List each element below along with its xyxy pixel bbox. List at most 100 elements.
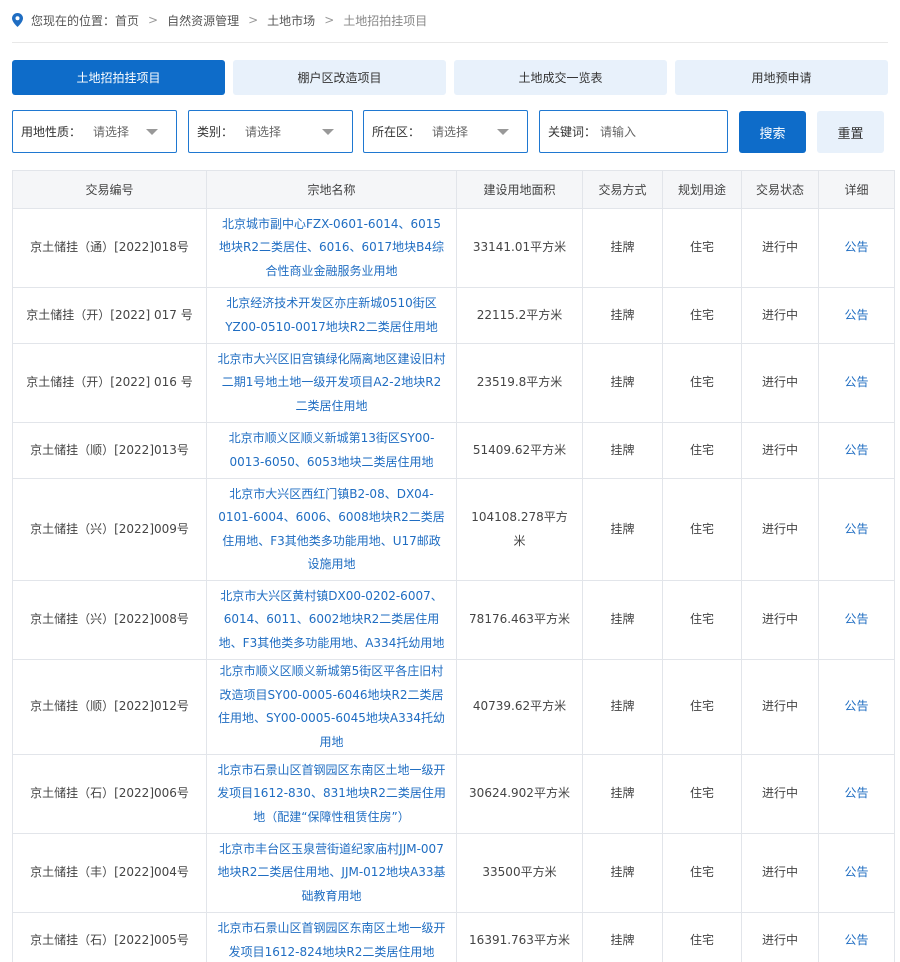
- category-select[interactable]: 类别： 请选择: [188, 110, 353, 153]
- breadcrumb-land-market[interactable]: 土地市场: [267, 12, 315, 29]
- cell-name[interactable]: 北京市石景山区首钢园区东南区土地一级开发项目1612-824地块R2二类居住用地: [206, 912, 457, 962]
- cell-area: 51409.62平方米: [456, 422, 583, 479]
- land-project-table: 交易编号 宗地名称 建设用地面积 交易方式 规划用途 交易状态 详细 京土储挂（…: [12, 170, 895, 962]
- announcement-link[interactable]: 公告: [818, 343, 895, 423]
- cell-code: 京土储挂（顺）[2022]012号: [12, 659, 207, 755]
- cell-method: 挂牌: [582, 912, 663, 962]
- tab-land-auction[interactable]: 土地招拍挂项目: [12, 60, 225, 95]
- cell-code: 京土储挂（丰）[2022]004号: [12, 833, 207, 913]
- cell-status: 进行中: [741, 833, 819, 913]
- keyword-label: 关键词：: [548, 125, 597, 139]
- category-value: 请选择: [245, 125, 282, 139]
- cell-area: 22115.2平方米: [456, 287, 583, 344]
- announcement-link[interactable]: 公告: [818, 580, 895, 660]
- breadcrumb: 您现在的位置： 首页 > 自然资源管理 > 土地市场 > 土地招拍挂项目: [12, 12, 427, 28]
- cell-status: 进行中: [741, 343, 819, 423]
- breadcrumb-separator: >: [324, 13, 335, 27]
- cell-area: 104108.278平方米: [456, 478, 583, 581]
- cell-name[interactable]: 北京市大兴区黄村镇DX00-0202-6007、6014、6011、6002地块…: [206, 580, 457, 660]
- cell-status: 进行中: [741, 287, 819, 344]
- cell-status: 进行中: [741, 478, 819, 581]
- cell-status: 进行中: [741, 912, 819, 962]
- cell-code: 京土储挂（石）[2022]006号: [12, 754, 207, 834]
- cell-method: 挂牌: [582, 343, 663, 423]
- cell-use: 住宅: [662, 754, 742, 834]
- cell-method: 挂牌: [582, 208, 663, 288]
- cell-code: 京土储挂（通）[2022]018号: [12, 208, 207, 288]
- cell-method: 挂牌: [582, 422, 663, 479]
- cell-status: 进行中: [741, 580, 819, 660]
- announcement-link[interactable]: 公告: [818, 478, 895, 581]
- cell-area: 23519.8平方米: [456, 343, 583, 423]
- breadcrumb-separator: >: [148, 13, 159, 27]
- reset-button[interactable]: 重置: [817, 111, 884, 153]
- cell-status: 进行中: [741, 422, 819, 479]
- announcement-link[interactable]: 公告: [818, 287, 895, 344]
- announcement-link[interactable]: 公告: [818, 912, 895, 962]
- table-row: 京土储挂（丰）[2022]004号 北京市丰台区玉泉营街道纪家庙村JJM-007…: [12, 833, 895, 913]
- cell-use: 住宅: [662, 343, 742, 423]
- cell-code: 京土储挂（开）[2022] 016 号: [12, 343, 207, 423]
- cell-use: 住宅: [662, 287, 742, 344]
- cell-code: 京土储挂（顺）[2022]013号: [12, 422, 207, 479]
- header-status: 交易状态: [741, 170, 819, 209]
- table-row: 京土储挂（通）[2022]018号 北京城市副中心FZX-0601-6014、6…: [12, 208, 895, 288]
- announcement-link[interactable]: 公告: [818, 659, 895, 755]
- land-nature-select[interactable]: 用地性质： 请选择: [12, 110, 177, 153]
- keyword-input[interactable]: 请输入: [600, 123, 636, 140]
- breadcrumb-home[interactable]: 首页: [115, 12, 139, 29]
- cell-code: 京土储挂（兴）[2022]008号: [12, 580, 207, 660]
- header-code: 交易编号: [12, 170, 207, 209]
- table-row: 京土储挂（兴）[2022]009号 北京市大兴区西红门镇B2-08、DX04-0…: [12, 478, 895, 581]
- cell-method: 挂牌: [582, 754, 663, 834]
- cell-area: 33500平方米: [456, 833, 583, 913]
- location-pin-icon: [12, 13, 23, 27]
- cell-name[interactable]: 北京城市副中心FZX-0601-6014、6015地块R2二类居住、6016、6…: [206, 208, 457, 288]
- header-name: 宗地名称: [206, 170, 457, 209]
- announcement-link[interactable]: 公告: [818, 208, 895, 288]
- table-row: 京土储挂（兴）[2022]008号 北京市大兴区黄村镇DX00-0202-600…: [12, 580, 895, 660]
- header-method: 交易方式: [582, 170, 663, 209]
- cell-name[interactable]: 北京市丰台区玉泉营街道纪家庙村JJM-007地块R2二类居住用地、JJM-012…: [206, 833, 457, 913]
- cell-area: 33141.01平方米: [456, 208, 583, 288]
- breadcrumb-resources[interactable]: 自然资源管理: [167, 12, 239, 29]
- header-detail: 详细: [818, 170, 895, 209]
- district-value: 请选择: [432, 125, 469, 139]
- announcement-link[interactable]: 公告: [818, 833, 895, 913]
- tab-land-pre-application[interactable]: 用地预申请: [675, 60, 888, 95]
- district-label: 所在区：: [372, 125, 421, 139]
- keyword-field[interactable]: 关键词： 请输入: [539, 110, 728, 153]
- cell-name[interactable]: 北京市顺义区顺义新城第5街区平各庄旧村改造项目SY00-0005-6046地块R…: [206, 659, 457, 755]
- cell-area: 40739.62平方米: [456, 659, 583, 755]
- cell-method: 挂牌: [582, 478, 663, 581]
- table-row: 京土储挂（开）[2022] 017 号 北京经济技术开发区亦庄新城0510街区Y…: [12, 287, 895, 344]
- cell-code: 京土储挂（石）[2022]005号: [12, 912, 207, 962]
- chevron-down-icon: [146, 129, 158, 135]
- table-row: 京土储挂（开）[2022] 016 号 北京市大兴区旧宫镇绿化隔离地区建设旧村二…: [12, 343, 895, 423]
- land-nature-value: 请选择: [93, 125, 130, 139]
- district-select[interactable]: 所在区： 请选择: [363, 110, 528, 153]
- category-label: 类别：: [197, 125, 234, 139]
- cell-name[interactable]: 北京市石景山区首钢园区东南区土地一级开发项目1612-830、831地块R2二类…: [206, 754, 457, 834]
- cell-use: 住宅: [662, 208, 742, 288]
- cell-area: 30624.902平方米: [456, 754, 583, 834]
- cell-area: 16391.763平方米: [456, 912, 583, 962]
- header-area: 建设用地面积: [456, 170, 583, 209]
- filter-bar: 用地性质： 请选择 类别： 请选择 所在区： 请选择 关键词： 请输入 搜索 重…: [12, 110, 888, 153]
- cell-name[interactable]: 北京市大兴区西红门镇B2-08、DX04-0101-6004、6006、6008…: [206, 478, 457, 581]
- tab-land-transaction-list[interactable]: 土地成交一览表: [454, 60, 667, 95]
- land-nature-label: 用地性质：: [21, 125, 82, 139]
- cell-name[interactable]: 北京市顺义区顺义新城第13街区SY00-0013-6050、6053地块二类居住…: [206, 422, 457, 479]
- chevron-down-icon: [322, 129, 334, 135]
- search-button[interactable]: 搜索: [739, 111, 806, 153]
- announcement-link[interactable]: 公告: [818, 422, 895, 479]
- table-row: 京土储挂（顺）[2022]012号 北京市顺义区顺义新城第5街区平各庄旧村改造项…: [12, 659, 895, 755]
- announcement-link[interactable]: 公告: [818, 754, 895, 834]
- cell-status: 进行中: [741, 208, 819, 288]
- cell-name[interactable]: 北京经济技术开发区亦庄新城0510街区YZ00-0510-0017地块R2二类居…: [206, 287, 457, 344]
- cell-area: 78176.463平方米: [456, 580, 583, 660]
- breadcrumb-current: 土地招拍挂项目: [343, 13, 428, 28]
- cell-name[interactable]: 北京市大兴区旧宫镇绿化隔离地区建设旧村二期1号地土地一级开发项目A2-2地块R2…: [206, 343, 457, 423]
- tab-shantytown-renovation[interactable]: 棚户区改造项目: [233, 60, 446, 95]
- cell-status: 进行中: [741, 754, 819, 834]
